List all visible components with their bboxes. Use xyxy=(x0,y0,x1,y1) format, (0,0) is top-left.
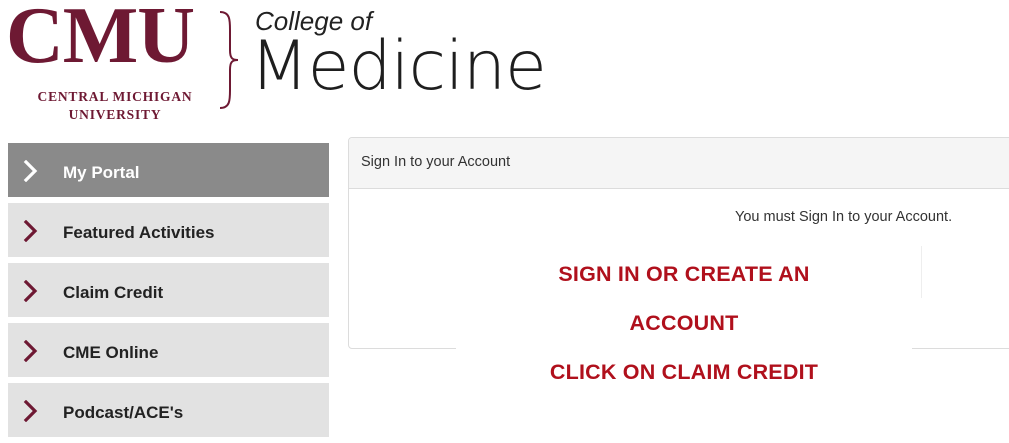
chevron-right-icon xyxy=(23,160,38,182)
sidebar-item-label: Claim Credit xyxy=(63,283,164,302)
sidebar-item-label: My Portal xyxy=(63,163,140,182)
sidebar-item-label: Featured Activities xyxy=(63,223,215,242)
sidebar-item-my-portal[interactable]: My Portal xyxy=(8,143,329,197)
instruction-callout: SIGN IN OR CREATE AN ACCOUNT CLICK ON CL… xyxy=(456,249,912,399)
logo-university-line2: UNIVERSITY xyxy=(68,107,162,122)
sidebar-nav: My Portal Featured Activities Claim Cred… xyxy=(8,143,329,443)
cmu-college-of-medicine-logo[interactable]: CMU CENTRAL MICHIGAN UNIVERSITY College … xyxy=(0,0,547,126)
sidebar-item-label: Podcast/ACE's xyxy=(63,403,184,422)
callout-line-3: CLICK ON CLAIM CREDIT xyxy=(549,360,819,384)
panel-header: Sign In to your Account xyxy=(349,138,1009,189)
sidebar-item-cme-online[interactable]: CME Online xyxy=(8,323,329,377)
sidebar-item-label: CME Online xyxy=(63,343,159,362)
chevron-right-icon xyxy=(23,280,38,302)
callout-line-1: SIGN IN OR CREATE AN xyxy=(558,262,810,286)
callout-line-2: ACCOUNT xyxy=(629,311,739,335)
cmu-wordmark: CMU xyxy=(6,0,195,80)
sidebar-item-podcast-aces[interactable]: Podcast/ACE's xyxy=(8,383,329,437)
sidebar-item-claim-credit[interactable]: Claim Credit xyxy=(8,263,329,317)
sign-in-message: You must Sign In to your Account. xyxy=(735,209,953,225)
chevron-right-icon xyxy=(23,220,38,242)
sidebar-item-featured-activities[interactable]: Featured Activities xyxy=(8,203,329,257)
chevron-right-icon xyxy=(23,400,38,422)
logo-brace-divider xyxy=(219,11,239,109)
chevron-right-icon xyxy=(23,340,38,362)
logo-university-line1: CENTRAL MICHIGAN xyxy=(37,89,193,104)
panel-title: Sign In to your Account xyxy=(361,154,511,170)
logo-medicine: Medicine xyxy=(250,27,547,106)
